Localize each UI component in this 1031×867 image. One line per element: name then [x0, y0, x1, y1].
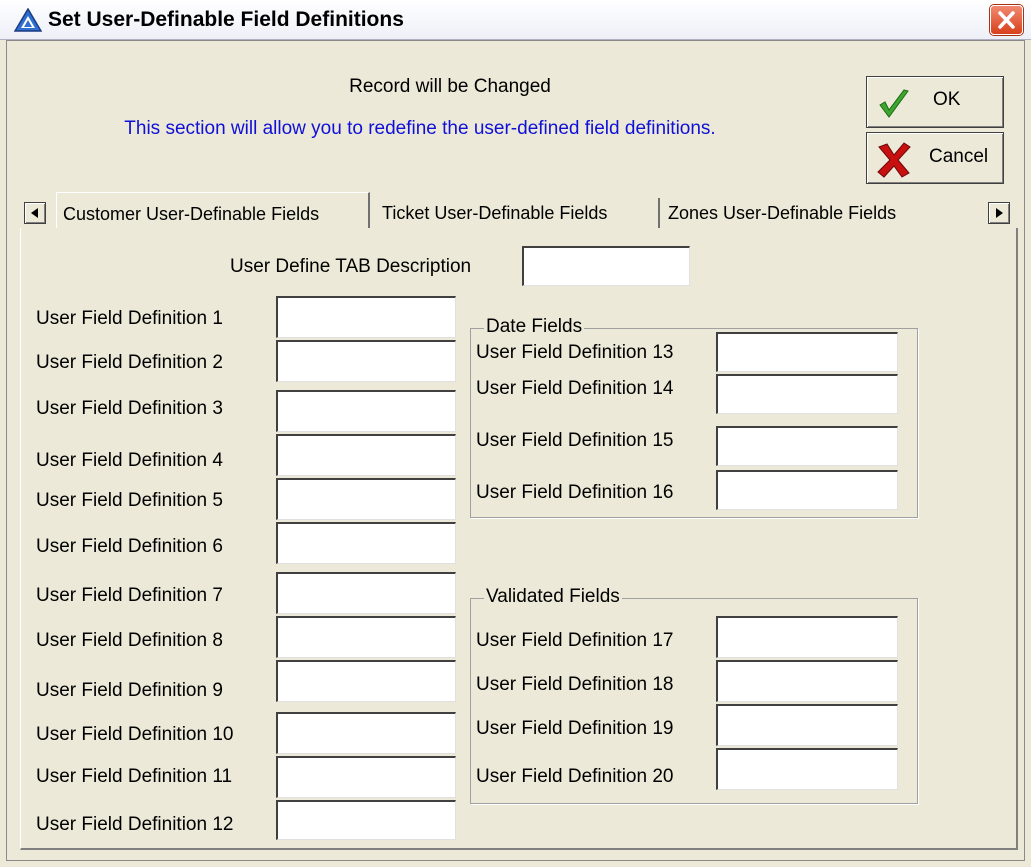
ok-button-label: OK	[933, 89, 961, 110]
field-16-input[interactable]	[716, 470, 898, 510]
field-9-input[interactable]	[276, 660, 456, 702]
field-5-input[interactable]	[276, 478, 456, 520]
record-status-text: Record will be Changed	[349, 76, 551, 97]
field-15-label: User Field Definition 15	[476, 430, 674, 451]
field-12-label: User Field Definition 12	[36, 814, 234, 835]
field-4-label: User Field Definition 4	[36, 450, 223, 471]
field-19-label: User Field Definition 19	[476, 718, 674, 739]
field-4-input[interactable]	[276, 434, 456, 476]
field-20-input[interactable]	[716, 748, 898, 790]
field-18-input[interactable]	[716, 660, 898, 702]
field-19-input[interactable]	[716, 704, 898, 746]
field-13-label: User Field Definition 13	[476, 342, 674, 363]
field-16-label: User Field Definition 16	[476, 482, 674, 503]
field-9-label: User Field Definition 9	[36, 680, 223, 701]
tab-scroll-left-button[interactable]	[24, 202, 46, 224]
cancel-button[interactable]: Cancel	[866, 132, 1004, 184]
field-3-label: User Field Definition 3	[36, 398, 223, 419]
field-2-label: User Field Definition 2	[36, 352, 223, 373]
field-20-label: User Field Definition 20	[476, 766, 674, 787]
tab-ticket-fields[interactable]: Ticket User-Definable Fields	[376, 196, 656, 230]
section-info-text: This section will allow you to redefine …	[124, 118, 716, 139]
field-5-label: User Field Definition 5	[36, 490, 223, 511]
field-8-input[interactable]	[276, 616, 456, 658]
field-14-label: User Field Definition 14	[476, 378, 674, 399]
field-11-label: User Field Definition 11	[36, 766, 233, 787]
field-12-input[interactable]	[276, 800, 456, 840]
triangle-logo-icon	[14, 8, 42, 32]
field-1-label: User Field Definition 1	[36, 308, 223, 329]
window-title: Set User-Definable Field Definitions	[48, 8, 404, 31]
red-x-icon	[877, 142, 911, 178]
date-fields-title: Date Fields	[484, 316, 585, 338]
arrow-right-icon	[996, 208, 1003, 218]
cancel-button-label: Cancel	[929, 146, 989, 167]
arrow-left-icon	[31, 208, 38, 218]
tab-description-label: User Define TAB Description	[230, 256, 472, 277]
field-13-input[interactable]	[716, 332, 898, 372]
tab-zones-fields[interactable]: Zones User-Definable Fields	[662, 196, 952, 230]
close-button[interactable]	[990, 5, 1023, 35]
field-3-input[interactable]	[276, 390, 456, 432]
field-10-input[interactable]	[276, 712, 456, 754]
field-17-input[interactable]	[716, 616, 898, 658]
tab-scroll-right-button[interactable]	[988, 202, 1010, 224]
ok-button[interactable]: OK	[866, 76, 1004, 128]
validated-fields-title: Validated Fields	[484, 586, 622, 608]
field-15-input[interactable]	[716, 426, 898, 466]
field-10-label: User Field Definition 10	[36, 724, 234, 745]
tab-customer-fields[interactable]: Customer User-Definable Fields	[56, 192, 370, 228]
field-14-input[interactable]	[716, 374, 898, 414]
tab-separator	[658, 198, 660, 228]
tab-description-input[interactable]	[522, 246, 690, 286]
field-18-label: User Field Definition 18	[476, 674, 674, 695]
close-icon	[998, 11, 1015, 29]
checkmark-icon	[879, 89, 909, 118]
field-17-label: User Field Definition 17	[476, 630, 674, 651]
field-8-label: User Field Definition 8	[36, 630, 223, 651]
field-7-label: User Field Definition 7	[36, 585, 223, 606]
field-2-input[interactable]	[276, 340, 456, 382]
field-11-input[interactable]	[276, 756, 456, 798]
field-6-label: User Field Definition 6	[36, 536, 223, 557]
field-1-input[interactable]	[276, 296, 456, 338]
field-7-input[interactable]	[276, 572, 456, 614]
field-6-input[interactable]	[276, 522, 456, 564]
